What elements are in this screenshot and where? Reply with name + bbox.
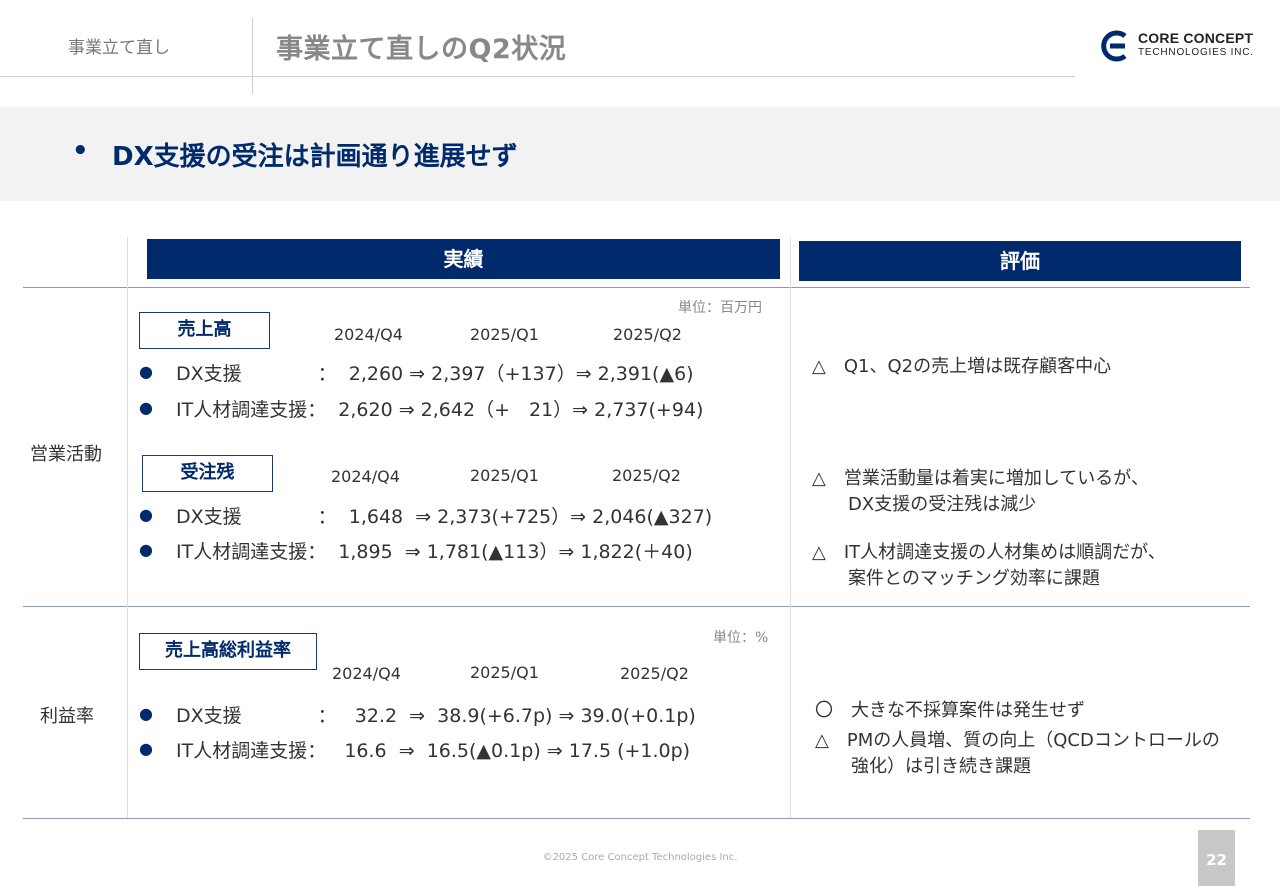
header-divider [252,18,253,94]
row-label-sales-activity: 営業活動 [30,444,102,465]
key-message: DX支援の受注は計画通り進展せず [112,142,518,172]
banner-bullet: • [72,136,89,166]
period-label: 2024/Q4 [334,325,403,344]
period-label: 2025/Q2 [613,325,682,344]
period-label: 2024/Q4 [332,664,401,683]
period-label: 2025/Q2 [612,466,681,485]
table-rule-bottom [23,818,1250,819]
row-label-margin: 利益率 [40,706,94,727]
bullet-dot: ● [139,362,153,381]
copyright: ©2025 Core Concept Technologies Inc. [542,852,738,863]
unit-label: 単位：% [713,630,769,646]
period-label: 2025/Q1 [470,466,539,485]
bullet-dot: ● [139,540,153,559]
bullet-dot: ● [139,505,153,524]
period-label: 2025/Q2 [620,664,689,683]
revenue-it-line: IT人材調達支援： 2,620 ⇒ 2,642（+ 21）⇒ 2,737(+94… [176,399,704,421]
evaluation-item: △ IT人材調達支援の人材集めは順調だが、 案件とのマッチング効率に課題 [812,542,1166,589]
section-box-gross-margin: 売上高総利益率 [139,633,317,670]
table-divider-label [127,237,128,818]
margin-it-line: IT人材調達支援： 16.6 ⇒ 16.5(▲0.1p) ⇒ 17.5 (+1.… [176,740,691,762]
page-number: 22 [1198,830,1235,886]
section-box-backlog: 受注残 [142,455,273,492]
logo-text-sub: TECHNOLOGIES INC. [1138,47,1254,58]
logo-mark-icon [1101,30,1127,62]
table-divider-evaluation [790,237,791,818]
page-title: 事業立て直しのQ2状況 [276,34,567,65]
evaluation-item: △ Q1、Q2の売上増は既存顧客中心 [812,356,1112,377]
period-label: 2025/Q1 [470,325,539,344]
evaluation-item: 〇 大きな不採算案件は発生せず [815,700,1085,721]
bullet-dot: ● [139,704,153,723]
logo-text-main: CORE CONCEPT [1138,30,1254,46]
period-label: 2025/Q1 [470,663,539,682]
bullet-dot: ● [139,739,153,758]
table-rule-top [23,287,1250,288]
section-box-revenue: 売上高 [139,312,270,349]
backlog-it-line: IT人材調達支援： 1,895 ⇒ 1,781(▲113）⇒ 1,822(＋40… [176,541,693,563]
section-label: 事業立て直し [68,38,170,58]
backlog-dx-line: DX支援 ： 1,648 ⇒ 2,373(+725）⇒ 2,046(▲327) [176,506,713,528]
period-label: 2024/Q4 [331,467,400,486]
revenue-dx-line: DX支援 ： 2,260 ⇒ 2,397（+137）⇒ 2,391(▲6) [176,363,694,385]
table-rule-middle [23,606,1250,607]
header-rule [0,76,1075,77]
evaluation-item: △ PMの人員増、質の向上（QCDコントロールの 強化）は引き続き課題 [815,730,1220,777]
unit-label: 単位：百万円 [678,300,762,316]
column-header-evaluation: 評価 [799,241,1241,281]
margin-dx-line: DX支援 ： 32.2 ⇒ 38.9(+6.7p) ⇒ 39.0(+0.1p) [176,705,696,727]
bullet-dot: ● [139,398,153,417]
evaluation-item: △ 営業活動量は着実に増加しているが、 DX支援の受注残は減少 [812,468,1149,515]
column-header-result: 実績 [147,239,780,279]
company-logo: CORE CONCEPT TECHNOLOGIES INC. [1098,27,1268,67]
